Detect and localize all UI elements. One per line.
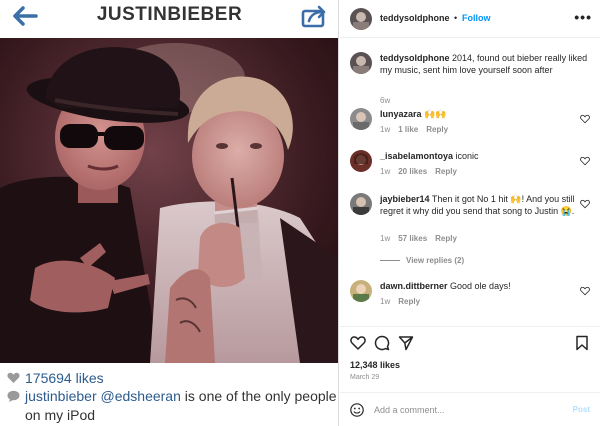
comment-username[interactable]: jaybieber14 — [380, 194, 430, 204]
heart-icon[interactable] — [580, 199, 590, 209]
heart-icon[interactable] — [580, 114, 590, 124]
reply-button[interactable]: Reply — [435, 234, 457, 243]
comment-time[interactable]: 1w — [380, 297, 390, 306]
reply-button[interactable]: Reply — [398, 297, 420, 306]
avatar[interactable] — [350, 280, 372, 302]
caption-time[interactable]: 6w — [380, 96, 390, 105]
heart-icon[interactable] — [580, 286, 590, 296]
old-caption-username[interactable]: justinbieber — [25, 388, 97, 404]
avatar[interactable] — [350, 150, 372, 172]
comment-bubble-icon — [7, 390, 20, 402]
heart-icon[interactable] — [580, 156, 590, 166]
list-item: dawn.dittberner Good ole days! 1w Reply — [350, 280, 596, 310]
caption-text: teddysoldphone 2014, found out bieber re… — [380, 52, 594, 76]
comment-likes[interactable]: 57 likes — [398, 234, 427, 243]
old-caption-row: justinbieber @edsheeran is one of the on… — [7, 387, 337, 425]
caption-username[interactable]: teddysoldphone — [380, 53, 450, 63]
comments-list: teddysoldphone 2014, found out bieber re… — [340, 38, 600, 324]
comment-likes[interactable]: 1 like — [398, 125, 418, 134]
post-caption: teddysoldphone 2014, found out bieber re… — [350, 52, 596, 105]
view-replies-button[interactable]: View replies (2) — [380, 256, 464, 265]
comment-username[interactable]: dawn.dittberner — [380, 281, 448, 291]
comment-input[interactable] — [374, 401, 554, 419]
old-caption-text: justinbieber @edsheeran is one of the on… — [25, 387, 337, 425]
emoji-icon[interactable] — [350, 403, 364, 417]
reply-button[interactable]: Reply — [426, 125, 448, 134]
share-icon[interactable] — [299, 3, 329, 29]
comment-body: 🙌🙌 — [424, 109, 447, 119]
more-options-icon[interactable]: ••• — [574, 9, 592, 25]
share-send-icon[interactable] — [398, 335, 414, 351]
comment-icon[interactable] — [374, 335, 390, 351]
list-item: _isabelamontoya iconic 1w 20 likes Reply — [350, 150, 596, 180]
view-replies-label: View replies (2) — [406, 256, 465, 265]
comment-text: dawn.dittberner Good ole days! — [380, 280, 580, 292]
comment-time[interactable]: 1w — [380, 125, 390, 134]
list-item: lunyazara 🙌🙌 1w 1 like Reply — [350, 108, 596, 138]
profile-title: JUSTINBIEBER — [96, 4, 243, 25]
comment-meta: 1w 1 like Reply — [380, 125, 448, 134]
post-sidebar: teddysoldphone • Follow ••• teddysoldpho… — [340, 0, 600, 426]
list-item: jaybieber14 Then it got No 1 hit 🙌! And … — [350, 193, 596, 273]
comment-meta: 1w Reply — [380, 297, 420, 306]
action-bar — [340, 326, 600, 356]
old-likes-row: 175694 likes — [7, 369, 104, 387]
comment-text: jaybieber14 Then it got No 1 hit 🙌! And … — [380, 193, 580, 217]
comment-username[interactable]: _isabelamontoya — [380, 151, 453, 161]
add-comment-bar: Post — [340, 392, 600, 426]
avatar[interactable] — [350, 8, 372, 30]
comment-text: _isabelamontoya iconic — [380, 150, 580, 162]
comment-time[interactable]: 1w — [380, 234, 390, 243]
old-likes-count: 175694 likes — [25, 370, 104, 386]
post-date[interactable]: March 29 — [350, 374, 379, 381]
post-author-username[interactable]: teddysoldphone — [380, 13, 450, 23]
old-app-header: JUSTINBIEBER — [0, 0, 338, 36]
embedded-instagram-screenshot: JUSTINBIEBER 175694 likes justinbieber @… — [0, 0, 339, 426]
follow-button[interactable]: Follow — [462, 13, 491, 23]
comment-meta: 1w 57 likes Reply — [380, 234, 457, 243]
separator-dot: • — [454, 13, 458, 23]
post-comment-button[interactable]: Post — [573, 405, 590, 414]
comment-meta: 1w 20 likes Reply — [380, 167, 457, 176]
avatar[interactable] — [350, 52, 372, 74]
likes-count[interactable]: 12,348 likes — [350, 360, 400, 370]
avatar[interactable] — [350, 108, 372, 130]
reply-button[interactable]: Reply — [435, 167, 457, 176]
comment-likes[interactable]: 20 likes — [398, 167, 427, 176]
comment-time[interactable]: 1w — [380, 167, 390, 176]
divider — [380, 260, 400, 261]
caption-meta: 6w — [380, 96, 390, 105]
comment-body: iconic — [455, 151, 479, 161]
post-photo[interactable] — [0, 38, 338, 363]
avatar[interactable] — [350, 193, 372, 215]
comment-username[interactable]: lunyazara — [380, 109, 422, 119]
bookmark-icon[interactable] — [574, 335, 590, 351]
post-header: teddysoldphone • Follow ••• — [340, 0, 600, 38]
comment-text: lunyazara 🙌🙌 — [380, 108, 580, 120]
like-heart-icon[interactable] — [350, 335, 366, 351]
heart-icon — [7, 372, 20, 383]
photo-illustration — [0, 38, 338, 363]
comment-body: Good ole days! — [450, 281, 511, 291]
old-caption-mention[interactable]: @edsheeran — [101, 388, 181, 404]
